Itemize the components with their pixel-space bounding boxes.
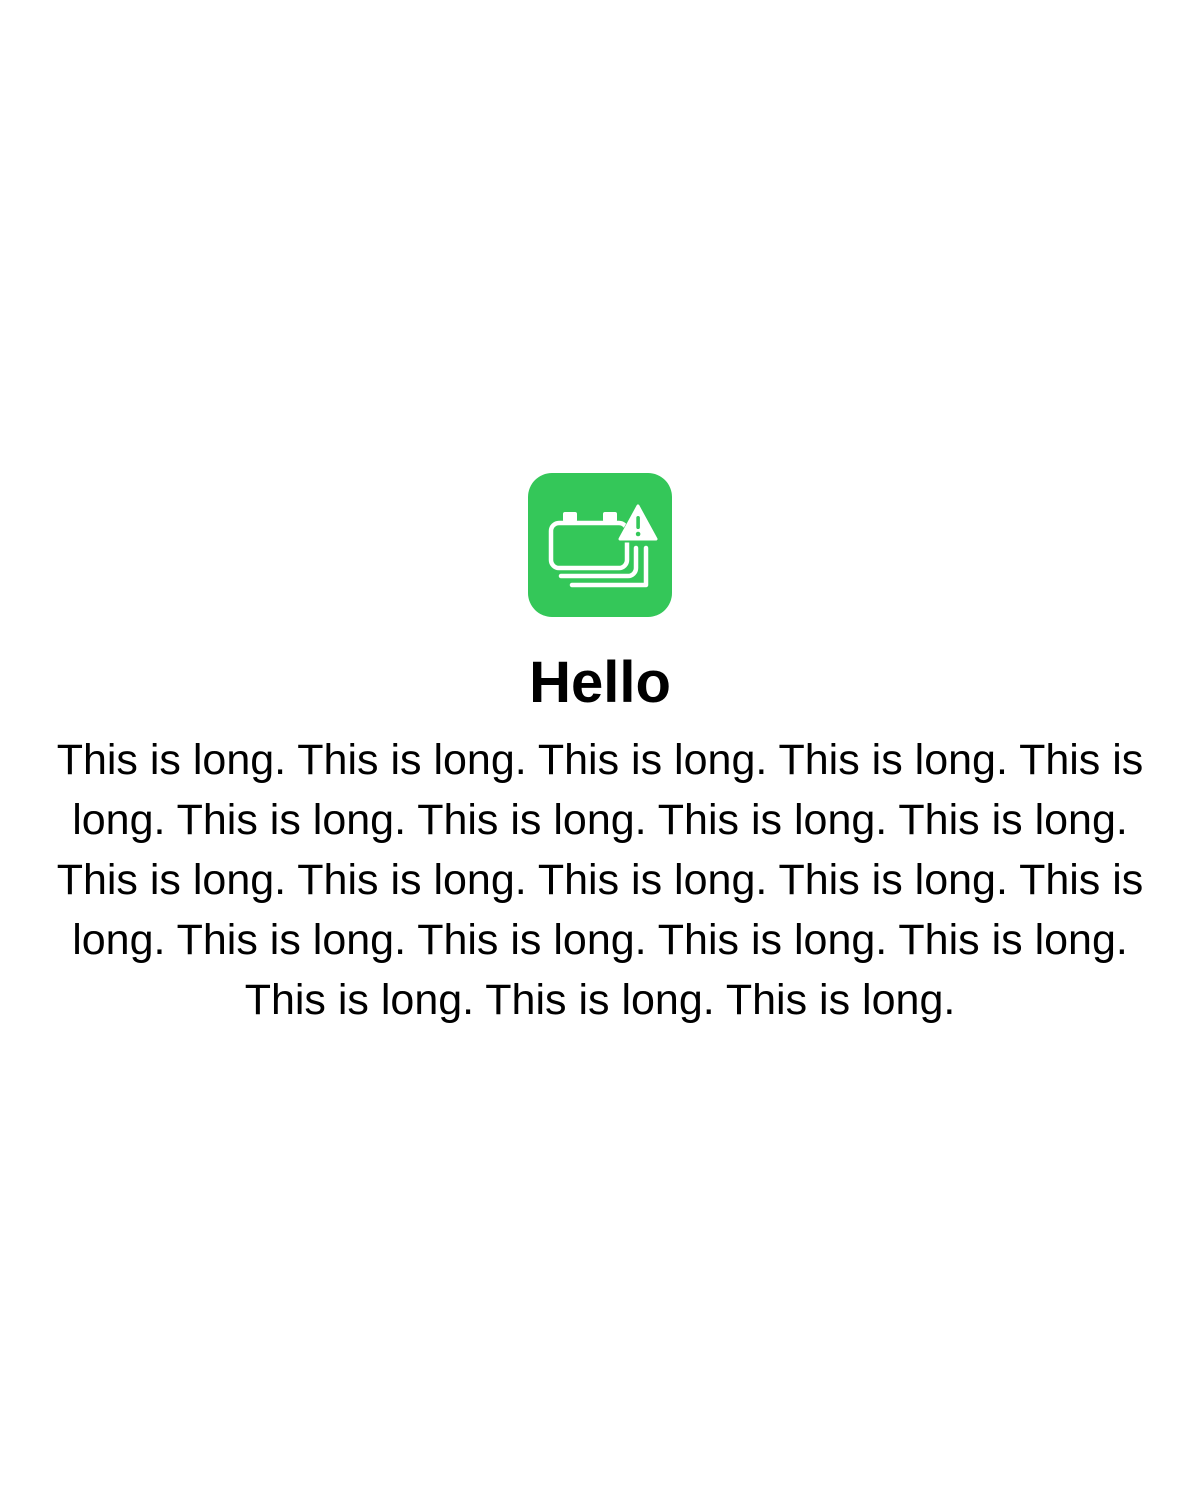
body-text: This is long. This is long. This is long… [56, 736, 1144, 1024]
battery-stack-warning-icon [528, 473, 672, 617]
page-title: Hello [529, 650, 671, 715]
